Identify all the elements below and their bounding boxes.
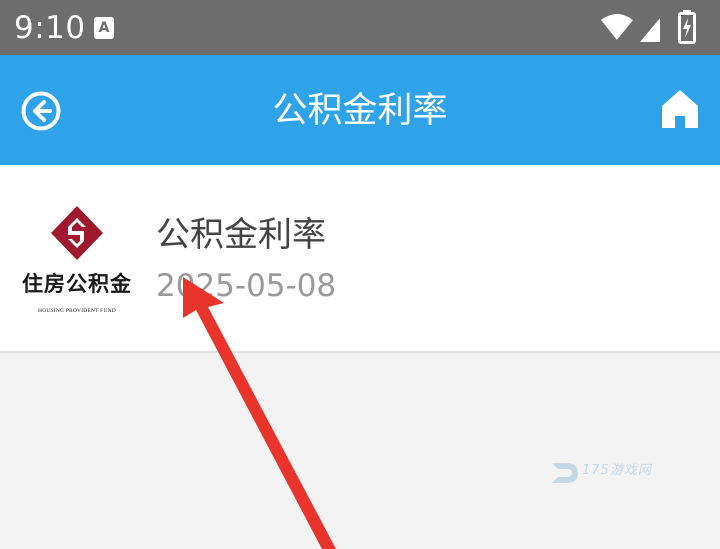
item-date: 2025-05-08: [156, 268, 337, 304]
watermark: 175游戏网: [548, 457, 678, 493]
logo-chinese-text: 住房公积金: [22, 271, 132, 296]
watermark-logo-icon: [552, 463, 578, 483]
list-item[interactable]: 住房公积金 HOUSING PROVIDENT FUND 公积金利率 2025-…: [0, 165, 720, 351]
housing-fund-mark-icon: [51, 206, 103, 260]
wifi-icon: [601, 14, 633, 40]
status-time: 9:10: [14, 10, 86, 46]
logo-english-text: HOUSING PROVIDENT FUND: [38, 308, 116, 314]
status-icons: [600, 10, 710, 46]
status-bar: 9:10 A: [0, 0, 720, 55]
home-icon: [662, 90, 698, 128]
item-title: 公积金利率: [156, 215, 326, 255]
battery-charging-icon: [678, 10, 696, 44]
screen: 9:10 A 公积金利率 住房公积金 HOUSING PROVIDENT FUN…: [0, 0, 720, 549]
home-button[interactable]: [660, 88, 700, 130]
housing-provident-fund-logo: 住房公积金 HOUSING PROVIDENT FUND: [22, 203, 132, 319]
signal-icon: [640, 18, 660, 42]
rate-list: 住房公积金 HOUSING PROVIDENT FUND 公积金利率 2025-…: [0, 165, 720, 353]
app-header: 公积金利率: [0, 55, 720, 165]
watermark-text: 175游戏网: [582, 463, 652, 478]
page-title: 公积金利率: [272, 91, 448, 131]
notification-a-icon: A: [94, 17, 114, 39]
